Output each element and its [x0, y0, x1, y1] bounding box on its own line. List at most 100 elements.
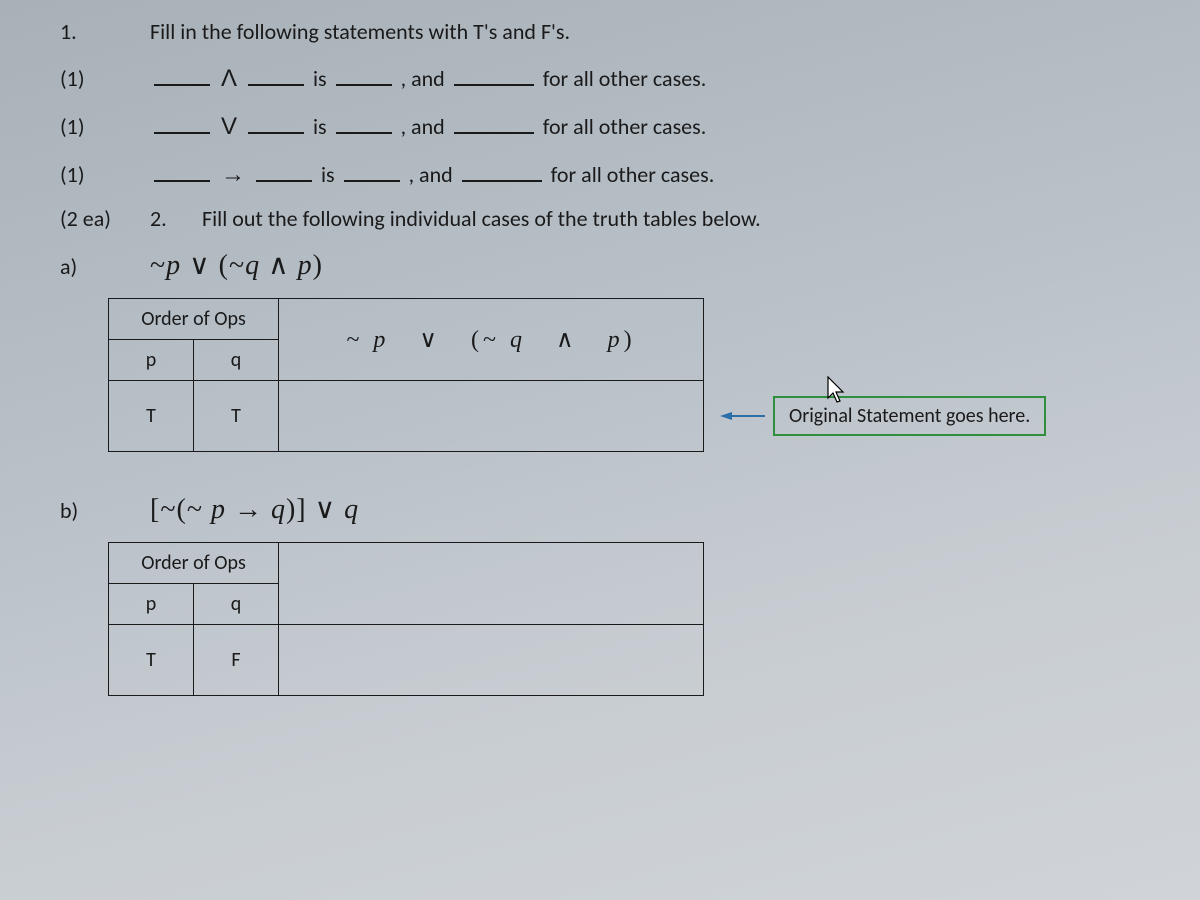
text-is: is [313, 65, 327, 92]
cell-p-value: T [109, 625, 194, 696]
q1-line-2: (1) V is , and for all other cases. [60, 109, 1170, 141]
var-p: p [608, 327, 624, 353]
blank-input[interactable] [336, 61, 392, 86]
table-data-row: T F [109, 625, 704, 696]
text-is: is [313, 113, 327, 140]
var-p: p [166, 250, 181, 281]
q2-heading-row: (2 ea) 2. Fill out the following individ… [60, 205, 1170, 232]
blank-input[interactable] [248, 61, 304, 86]
worksheet-page: 1. Fill in the following statements with… [0, 0, 1200, 900]
q1-line-1: (1) Ʌ is , and for all other cases. [60, 61, 1170, 93]
lbracket-icon: [ [150, 494, 160, 525]
table-head-row: Order of Ops ~ p ∨ (~ q ∧ p) [109, 299, 704, 340]
ops-header: Order of Ops [109, 299, 279, 340]
rparen-icon: ) [624, 327, 636, 353]
q1-number: 1. [60, 18, 150, 45]
blank-input[interactable] [154, 157, 210, 182]
callout-box: Original Statement goes here. [773, 396, 1046, 436]
lparen-icon: ( [219, 250, 229, 281]
or-icon: ∨ [189, 250, 211, 281]
rbracket-icon: ] [296, 494, 306, 525]
var-p: p [373, 327, 389, 353]
part-a-formula: ~p ∨ (~q ∧ p) [150, 248, 1170, 282]
rparen-icon: ) [313, 250, 323, 281]
cell-p-value: T [109, 381, 194, 452]
col-p: p [109, 340, 194, 381]
q1-line-3: (1) → is , and for all other cases. [60, 157, 1170, 189]
part-b-formula: [~(~ p → q)] ∨ q [150, 492, 1170, 526]
q2-points: (2 ea) [60, 205, 150, 232]
q1-line-3-content: → is , and for all other cases. [150, 157, 1170, 189]
var-q: q [510, 327, 526, 353]
var-q: q [245, 250, 260, 281]
neg-icon: ~ [160, 494, 176, 525]
q1-line-1-points: (1) [60, 65, 150, 92]
text-tail: for all other cases. [543, 65, 707, 92]
text-and: , and [401, 65, 445, 92]
cell-q-value: F [194, 625, 279, 696]
and-icon: ∧ [268, 250, 290, 281]
part-a-row: a) ~p ∨ (~q ∧ p) [60, 248, 1170, 282]
implies-icon: → [234, 494, 263, 525]
cell-q-value: T [194, 381, 279, 452]
lparen-icon: ( [471, 327, 483, 353]
blank-input[interactable] [454, 61, 534, 86]
implies-operator-icon: → [219, 161, 247, 188]
q1-line-2-points: (1) [60, 113, 150, 140]
table-data-row: T T [109, 381, 704, 452]
neg-icon: ~ [187, 494, 203, 525]
or-operator-icon: V [219, 113, 239, 140]
part-b-row: b) [~(~ p → q)] ∨ q [60, 492, 1170, 526]
ops-header: Order of Ops [109, 543, 279, 584]
col-p: p [109, 584, 194, 625]
and-icon: ∧ [556, 327, 578, 353]
var-q: q [344, 494, 359, 525]
text-is: is [321, 161, 335, 188]
callout-annotation: Original Statement goes here. [720, 396, 1046, 436]
table-head-row: Order of Ops [109, 543, 704, 584]
part-b-table: Order of Ops p q T F [108, 542, 704, 696]
q1-heading-row: 1. Fill in the following statements with… [60, 18, 1170, 45]
cell-answer[interactable] [279, 625, 704, 696]
neg-icon: ~ [483, 327, 500, 353]
lparen-icon: ( [176, 494, 186, 525]
blank-input[interactable] [154, 61, 210, 86]
col-q: q [194, 340, 279, 381]
part-a-table: Order of Ops ~ p ∨ (~ q ∧ p) p q T T [108, 298, 704, 452]
blank-input[interactable] [454, 109, 534, 134]
and-operator-icon: Ʌ [219, 65, 239, 92]
part-b-table-wrap: Order of Ops p q T F [108, 542, 1170, 696]
q2-prompt: Fill out the following individual cases … [202, 205, 1170, 232]
neg-icon: ~ [150, 250, 166, 281]
or-icon: ∨ [419, 327, 441, 353]
blank-input[interactable] [256, 157, 312, 182]
blank-input[interactable] [248, 109, 304, 134]
text-and: , and [401, 113, 445, 140]
col-q: q [194, 584, 279, 625]
text-tail: for all other cases. [543, 113, 707, 140]
rparen-icon: ) [286, 494, 296, 525]
var-p: p [298, 250, 313, 281]
q2-number: 2. [150, 205, 202, 232]
var-p: p [211, 494, 226, 525]
q1-line-2-content: V is , and for all other cases. [150, 109, 1170, 141]
or-icon: ∨ [315, 494, 337, 525]
part-a-label: a) [60, 253, 150, 280]
text-tail: for all other cases. [551, 161, 715, 188]
expression-header: ~ p ∨ (~ q ∧ p) [279, 299, 704, 381]
cell-answer[interactable] [279, 381, 704, 452]
neg-icon: ~ [229, 250, 245, 281]
part-b-label: b) [60, 497, 150, 524]
q1-line-1-content: Ʌ is , and for all other cases. [150, 61, 1170, 93]
var-q: q [271, 494, 286, 525]
q1-line-3-points: (1) [60, 161, 150, 188]
blank-input[interactable] [336, 109, 392, 134]
blank-input[interactable] [344, 157, 400, 182]
text-and: , and [409, 161, 453, 188]
expression-header[interactable] [279, 543, 704, 625]
q1-prompt: Fill in the following statements with T'… [150, 18, 1170, 45]
arrow-line [731, 415, 765, 417]
blank-input[interactable] [154, 109, 210, 134]
blank-input[interactable] [462, 157, 542, 182]
neg-icon: ~ [346, 327, 363, 353]
